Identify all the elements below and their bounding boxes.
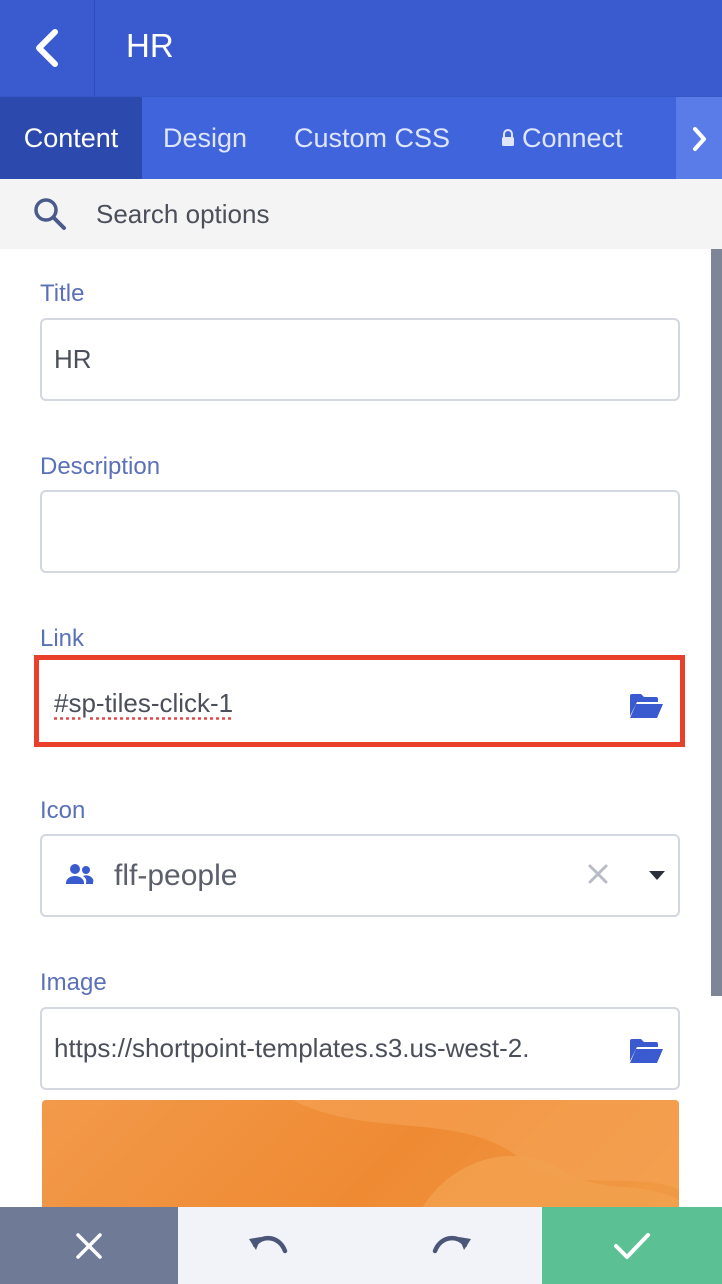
image-field[interactable]: https://shortpoint-templates.s3.us-west-… <box>40 1007 680 1090</box>
description-field[interactable] <box>40 490 680 573</box>
lock-icon <box>502 129 514 146</box>
icon-select[interactable]: flf-people <box>40 834 680 917</box>
tab-bar: Content Design Custom CSS Connect <box>0 96 722 180</box>
image-preview <box>42 1100 679 1208</box>
image-label: Image <box>40 969 107 996</box>
chevron-right-icon <box>693 126 706 151</box>
back-button[interactable] <box>0 0 95 96</box>
icon-select-value: flf-people <box>114 859 238 892</box>
undo-button[interactable] <box>178 1207 360 1284</box>
tab-connect-label: Connect <box>522 123 623 153</box>
close-icon <box>76 1232 102 1259</box>
tab-design[interactable]: Design <box>163 97 247 180</box>
image-value: https://shortpoint-templates.s3.us-west-… <box>54 1033 530 1063</box>
redo-icon <box>432 1235 471 1253</box>
search-input[interactable] <box>96 191 656 237</box>
redo-button[interactable] <box>360 1207 542 1284</box>
title-value: HR <box>54 344 92 374</box>
title-field[interactable]: HR <box>40 318 680 401</box>
tab-connect[interactable]: Connect <box>500 97 623 180</box>
tab-content[interactable]: Content <box>0 97 142 180</box>
tabs-next-button[interactable] <box>676 97 722 180</box>
icon-label: Icon <box>40 797 86 824</box>
undo-icon <box>249 1235 288 1253</box>
tab-custom-css[interactable]: Custom CSS <box>294 97 450 180</box>
scrollbar[interactable] <box>711 249 722 996</box>
page-title: HR <box>126 27 174 64</box>
search-bar <box>0 179 722 249</box>
folder-open-icon[interactable] <box>628 1037 664 1065</box>
save-button[interactable] <box>542 1207 722 1284</box>
image-preview-shapes <box>292 1100 679 1208</box>
link-label: Link <box>40 625 85 652</box>
header-bar: HR <box>0 0 722 96</box>
cancel-button[interactable] <box>0 1207 178 1284</box>
people-icon <box>66 864 94 884</box>
link-highlight-box <box>34 655 685 747</box>
footer-toolbar <box>0 1207 722 1284</box>
description-label: Description <box>40 453 161 480</box>
chevron-left-icon <box>36 29 58 67</box>
title-label: Title <box>40 280 85 307</box>
search-icon <box>34 198 66 230</box>
clear-icon[interactable] <box>586 862 610 886</box>
check-icon <box>614 1232 650 1259</box>
caret-down-icon[interactable] <box>648 870 666 881</box>
